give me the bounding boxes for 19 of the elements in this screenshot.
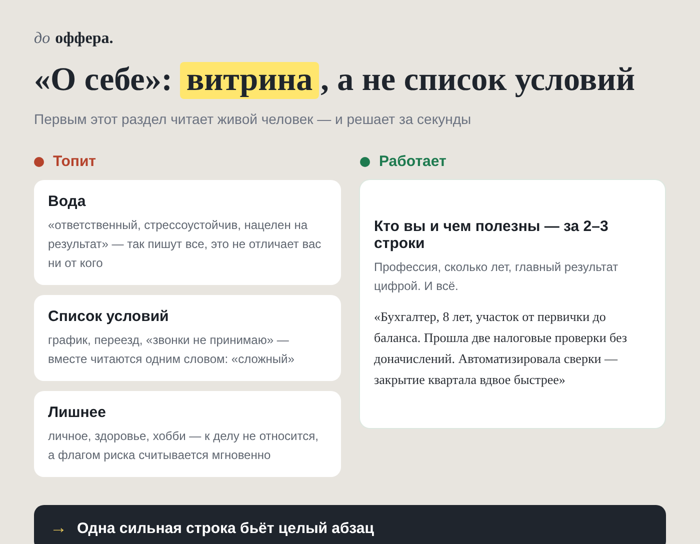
column-label: Работает xyxy=(379,153,446,170)
brand-prefix: до xyxy=(34,30,50,48)
card-text: график, переезд, «звонки не принимаю» — вместе читаются одним словом: «сложный» xyxy=(48,332,296,368)
card-title: Кто вы и чем полезны — за 2–3 строки xyxy=(374,218,610,252)
brand-name: оффера. xyxy=(55,30,114,48)
title-text: «О себе»: xyxy=(34,62,172,99)
arrow-icon: → xyxy=(50,518,67,538)
card-title: Вода xyxy=(48,193,87,210)
card-text: личное, здоровье, хобби — к делу не относится, а флагом риска считывается мгновенно xyxy=(48,428,320,464)
title-text: , а не список условий xyxy=(320,62,636,99)
card-title: Список условий xyxy=(48,308,170,325)
column-label: Топит xyxy=(53,153,96,170)
card-title: Лишнее xyxy=(48,404,107,421)
card-text: Профессия, сколько лет, главный результат цифрой. И всё. xyxy=(374,259,620,295)
example-quote: «Бухгалтер, 8 лет, участок от первички до баланса. Прошла две налоговые проверки без доначислений. Автоматизировала сверки — закрытие квартала вдвое быстрее» xyxy=(374,308,628,389)
card-text: «ответственный, стрессоустойчив, нацелен на результат» — так пишут все, это не отличает вас ни от кого xyxy=(48,217,322,272)
subtitle: Первым этот раздел читает живой человек — и решает за секунды xyxy=(34,111,472,127)
summary-text: Одна сильная строка бьёт целый абзац xyxy=(77,520,374,536)
title-highlight: витрина xyxy=(180,62,319,99)
